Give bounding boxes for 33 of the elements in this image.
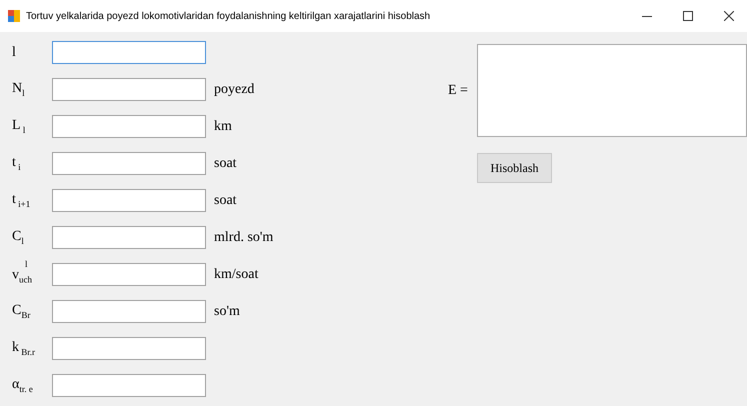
unit-label: so'm: [214, 304, 240, 320]
input-field[interactable]: [52, 300, 206, 323]
input-field[interactable]: [52, 337, 206, 360]
unit-label: soat: [214, 192, 237, 208]
unit-label: km: [214, 118, 232, 134]
input-field[interactable]: [52, 78, 206, 101]
input-field[interactable]: [52, 226, 206, 249]
unit-label: km/soat: [214, 266, 258, 282]
unit-label: poyezd: [214, 82, 254, 98]
variable-label: L $_{l}$: [12, 118, 26, 135]
app-icon: [8, 10, 21, 22]
maximize-icon[interactable]: [683, 11, 693, 21]
input-field[interactable]: [52, 152, 206, 175]
calculate-button[interactable]: Hisoblash: [477, 153, 552, 183]
variable-label: t $_{i}$: [12, 155, 22, 172]
unit-label: soat: [214, 156, 237, 172]
input-field[interactable]: [52, 263, 206, 286]
input-field[interactable]: [52, 115, 206, 138]
input-field[interactable]: [52, 41, 206, 64]
window-title: Tortuv yelkalarida poyezd lokomotivlaridan foydalanishning keltirilgan xarajatlarini hisoblash: [26, 10, 432, 22]
variable-label: N$_{l}$: [12, 81, 26, 98]
variable-label: k $_{Br.r}$: [12, 340, 36, 357]
variable-label: t $_{i+1}$: [12, 192, 32, 209]
variable-label: C$_{l}$: [12, 229, 25, 246]
input-field[interactable]: [52, 374, 206, 397]
result-field[interactable]: [477, 44, 747, 137]
variable-label: l: [12, 44, 17, 60]
result-label: E =: [448, 82, 469, 98]
unit-label: mlrd. so'm: [214, 230, 274, 246]
variable-label: C$_{Br}$: [12, 303, 32, 320]
close-icon[interactable]: [724, 11, 734, 21]
variable-label: α$_{tr. e}$: [12, 377, 34, 394]
input-field[interactable]: [52, 189, 206, 212]
